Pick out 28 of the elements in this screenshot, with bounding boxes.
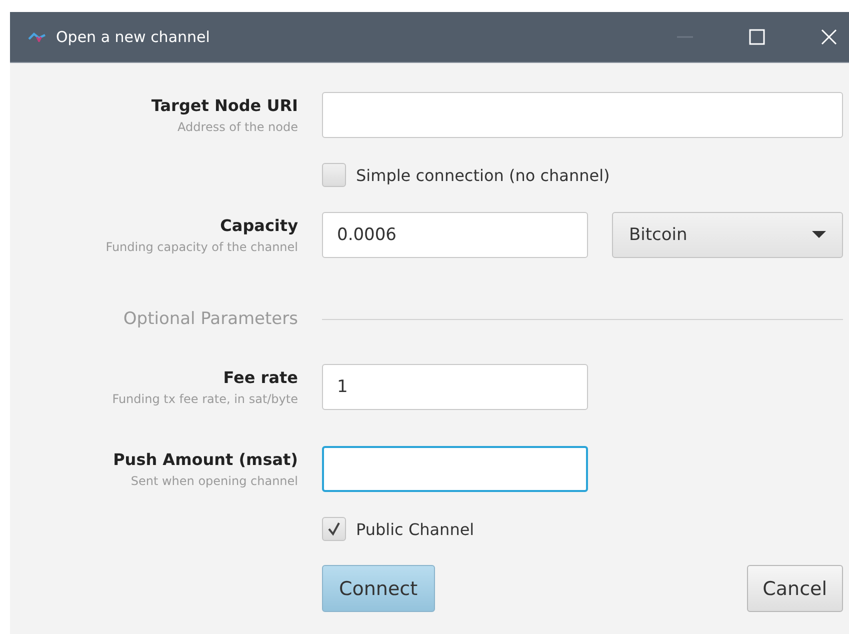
field-hint: Funding tx fee rate, in sat/byte [111,392,298,406]
field-label: Push Amount (msat) [112,450,298,469]
maximize-button[interactable] [749,29,765,45]
caret-icon [812,231,826,239]
checkmark-icon [327,522,341,536]
unit-dropdown[interactable]: Bitcoin [612,212,843,258]
checkbox-label: Simple connection (no channel) [356,166,610,184]
close-icon [821,29,837,45]
input-field[interactable]: 0.0006 [322,212,588,258]
maximize-icon [749,29,765,45]
app-icon [28,32,46,42]
cancel-button[interactable]: Cancel [746,565,843,612]
input-field[interactable] [322,446,588,492]
field-hint: Funding capacity of the channel [104,240,298,254]
section-title: Optional Parameters [123,309,298,329]
field-label: Target Node URI [150,96,298,115]
field-label: Fee rate [222,368,298,387]
field-hint: Sent when opening channel [130,474,298,488]
window-title: Open a new channel [56,28,210,46]
field-hint: Address of the node [176,120,298,134]
checkbox[interactable] [322,517,346,541]
checkbox-label: Public Channel [356,520,474,538]
checkbox[interactable] [322,163,346,187]
close-button[interactable] [821,29,837,45]
input-field[interactable]: 1 [322,364,588,410]
field-label: Capacity [219,216,298,235]
connect-button[interactable]: Connect [322,565,435,612]
input-field[interactable] [322,92,843,138]
